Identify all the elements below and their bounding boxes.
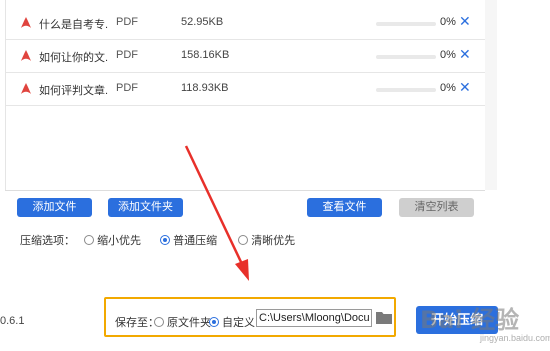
divider bbox=[5, 190, 485, 191]
compression-option-normal[interactable]: 普通压缩 bbox=[160, 235, 217, 247]
compression-options: 压缩选项： 缩小优先 普通压缩 清晰优先 bbox=[20, 232, 295, 248]
add-folder-button[interactable]: 添加文件夹 bbox=[108, 198, 183, 217]
radio-selected-icon bbox=[160, 235, 171, 245]
file-type: PDF bbox=[116, 82, 138, 94]
view-files-button[interactable]: 查看文件 bbox=[307, 198, 382, 217]
save-path-input[interactable] bbox=[256, 309, 372, 327]
delete-file-button[interactable]: ✕ bbox=[459, 46, 471, 63]
file-row[interactable]: 如何让你的文... PDF 158.16KB 0% ✕ bbox=[6, 40, 485, 73]
save-option-custom[interactable]: 自定义 bbox=[209, 314, 255, 330]
progress-bar bbox=[376, 88, 436, 92]
file-row[interactable]: 什么是自考专... PDF 52.95KB 0% ✕ bbox=[6, 7, 485, 40]
file-name: 如何评判文章... bbox=[39, 85, 109, 97]
file-type: PDF bbox=[116, 49, 138, 61]
progress-bar bbox=[376, 22, 436, 26]
progress-percent: 0% bbox=[440, 82, 456, 94]
version-label: 0.6.1 bbox=[0, 315, 25, 327]
save-option-original[interactable]: 原文件夹 bbox=[154, 314, 211, 330]
clear-list-button[interactable]: 清空列表 bbox=[399, 198, 474, 217]
scrollbar[interactable] bbox=[485, 0, 497, 190]
watermark-url: jingyan.baidu.com bbox=[480, 333, 550, 343]
save-label: 保存至： bbox=[115, 317, 159, 329]
delete-file-button[interactable]: ✕ bbox=[459, 79, 471, 96]
file-type: PDF bbox=[116, 16, 138, 28]
file-name: 如何让你的文... bbox=[39, 52, 109, 64]
pdf-icon bbox=[21, 83, 31, 94]
radio-icon bbox=[238, 235, 249, 245]
pdf-icon bbox=[21, 50, 31, 61]
compression-option-small[interactable]: 缩小优先 bbox=[84, 235, 141, 247]
add-file-button[interactable]: 添加文件 bbox=[17, 198, 92, 217]
file-size: 52.95KB bbox=[181, 16, 224, 28]
progress-bar bbox=[376, 55, 436, 59]
start-compress-button[interactable]: 开始压缩 bbox=[416, 306, 498, 334]
folder-icon[interactable] bbox=[376, 311, 392, 324]
radio-icon bbox=[84, 235, 95, 245]
delete-file-button[interactable]: ✕ bbox=[459, 13, 471, 30]
file-name: 什么是自考专... bbox=[39, 19, 109, 31]
progress-percent: 0% bbox=[440, 16, 456, 28]
file-row[interactable]: 如何评判文章... PDF 118.93KB 0% ✕ bbox=[6, 73, 485, 106]
file-list-panel: 什么是自考专... PDF 52.95KB 0% ✕ 如何让你的文... PDF… bbox=[5, 0, 486, 190]
radio-icon bbox=[154, 317, 164, 327]
radio-selected-icon bbox=[209, 317, 219, 327]
pdf-icon bbox=[21, 17, 31, 28]
compression-option-clear[interactable]: 清晰优先 bbox=[238, 235, 295, 247]
compression-label: 压缩选项： bbox=[20, 235, 75, 247]
file-size: 158.16KB bbox=[181, 49, 230, 61]
save-location-box: 保存至： 原文件夹 自定义 bbox=[104, 297, 396, 337]
file-size: 118.93KB bbox=[181, 82, 229, 94]
progress-percent: 0% bbox=[440, 49, 456, 61]
